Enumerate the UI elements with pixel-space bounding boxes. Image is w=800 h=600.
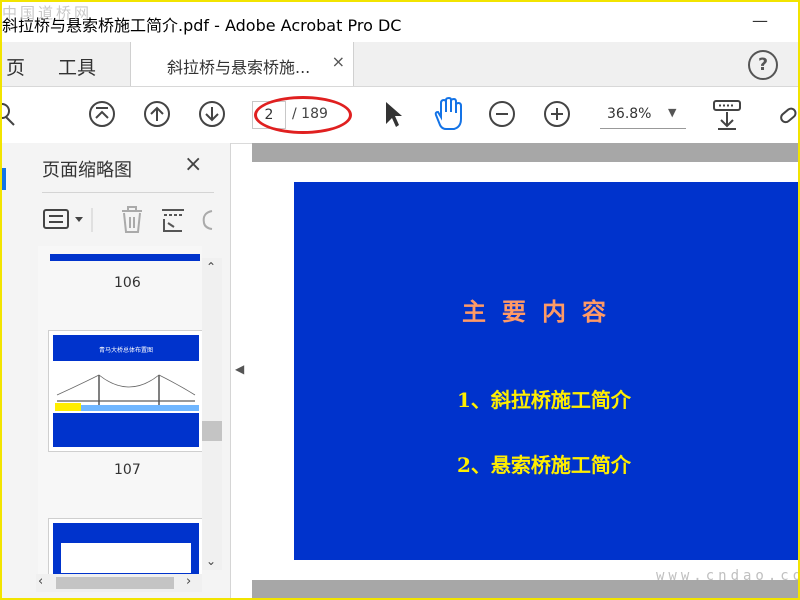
thumbnail-options-icon[interactable] [42,205,94,235]
zoom-dropdown-icon[interactable]: ▼ [668,106,676,119]
thumbnail-caption: 青马大桥总体布置图 [98,347,153,354]
panel-divider [42,192,214,193]
panel-active-indicator [2,168,6,190]
title-bar: 斜拉桥与悬索桥施工简介.pdf - Adobe Acrobat Pro DC — [2,2,798,42]
red-annotation-circle [254,96,352,134]
bridge-diagram-image [55,374,199,411]
scroll-up-arrow-icon[interactable]: ⌃ [206,260,216,274]
scroll-mode-icon[interactable] [712,99,742,131]
menu-bar: 页 工具 斜拉桥与悬索桥施... × ? [2,42,798,87]
panel-title: 页面缩略图 [42,160,132,181]
help-button[interactable]: ? [748,50,778,80]
rotate-page-icon[interactable] [200,207,214,233]
delete-page-icon[interactable] [118,205,146,235]
thumbnail-horizontal-scrollbar[interactable] [36,574,202,592]
first-page-icon[interactable] [88,100,116,128]
select-cursor-icon[interactable] [383,100,403,128]
vertical-scroll-thumb[interactable] [202,421,222,441]
search-icon[interactable] [2,101,18,129]
menu-home[interactable]: 页 [6,53,25,80]
horizontal-scroll-thumb[interactable] [56,577,174,589]
zoom-out-icon[interactable] [488,100,516,128]
watermark-top: 中国道桥网 [2,4,93,22]
scroll-right-arrow-icon[interactable]: › [186,574,191,589]
extract-page-icon[interactable] [160,205,188,235]
thumbnail-page-107[interactable]: 青马大桥总体布置图 [48,330,202,452]
panel-close-button[interactable]: × [184,152,202,177]
scroll-down-arrow-icon[interactable]: ⌄ [206,554,216,568]
document-tab[interactable]: 斜拉桥与悬索桥施... × [130,42,354,86]
thumbnail-label-106: 106 [114,275,141,291]
toolbar [2,87,798,144]
thumbnail-page-108[interactable] [48,518,202,576]
next-page-icon[interactable] [198,100,226,128]
scroll-left-arrow-icon[interactable]: ‹ [38,574,43,589]
slide-item-1: 1、斜拉桥施工简介 [457,388,631,412]
slide-item-2: 2、悬索桥施工简介 [457,453,631,477]
thumbnail-list: 青马大桥总体布置图 [38,246,202,576]
collapse-panel-icon[interactable]: ◀ [235,362,244,376]
tab-close-button[interactable]: × [332,52,345,71]
zoom-level[interactable]: 36.8% [607,106,651,122]
minimize-button[interactable]: — [740,8,780,34]
previous-page-icon[interactable] [143,100,171,128]
hand-tool-icon[interactable] [432,97,464,131]
app-window: 斜拉桥与悬索桥施工简介.pdf - Adobe Acrobat Pro DC —… [0,0,800,600]
zoom-underline [600,128,686,129]
slide-heading: 主要内容 [462,297,622,326]
thumbnail-vertical-scrollbar[interactable] [202,258,222,570]
watermark-bottom: www.cndao.com [656,568,798,584]
zoom-in-icon[interactable] [543,100,571,128]
menu-tools[interactable]: 工具 [58,53,96,80]
document-tab-label: 斜拉桥与悬索桥施... [167,58,311,77]
thumbnail-label-107: 107 [114,462,141,478]
slide-background [294,182,798,560]
thumbnail-page-106[interactable] [50,254,200,261]
link-icon[interactable] [778,101,798,129]
